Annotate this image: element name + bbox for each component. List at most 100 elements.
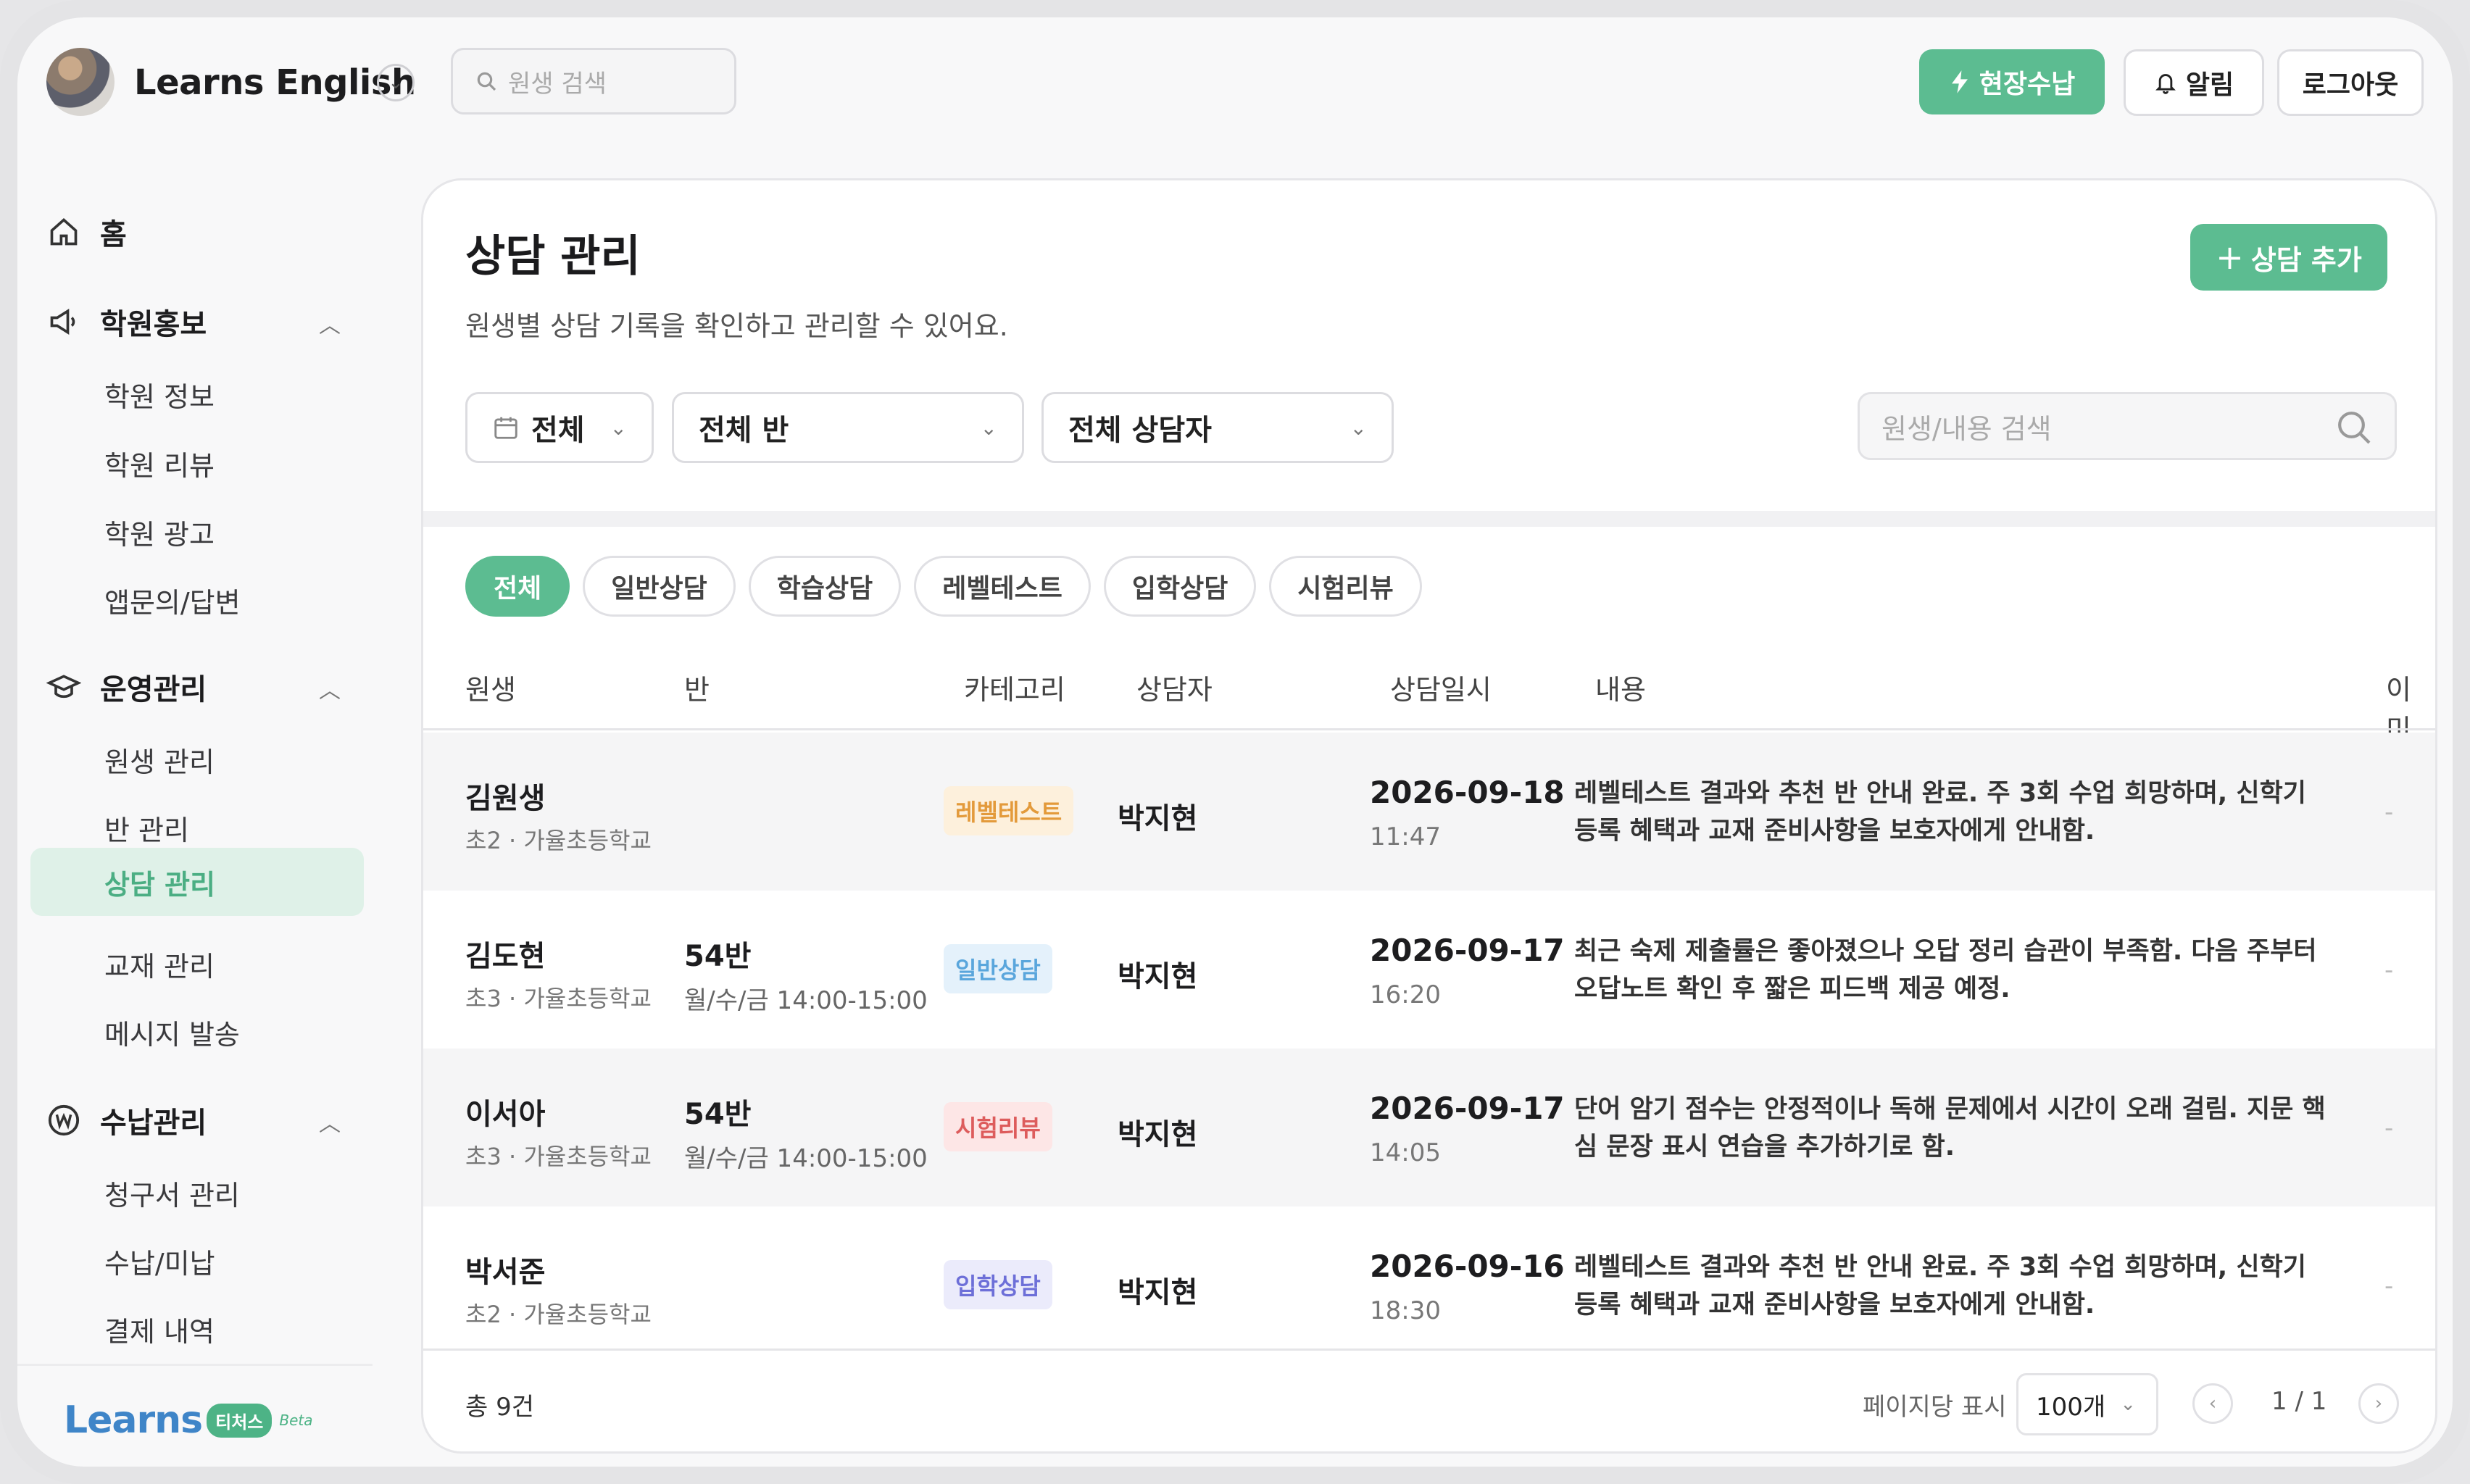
counsel-time: 11:47 bbox=[1370, 822, 1441, 851]
chevron-down-icon: ⌄ bbox=[610, 415, 627, 440]
sidebar-item-academy-review[interactable]: 학원 리뷰 bbox=[104, 441, 215, 485]
collapse-chevron-icon[interactable]: ︿ bbox=[319, 1106, 341, 1138]
period-filter[interactable]: 전체 ⌄ bbox=[465, 392, 654, 463]
collapse-chevron-icon[interactable]: ︿ bbox=[319, 672, 341, 704]
student-school: 초3 · 가율초등학교 bbox=[465, 985, 652, 1012]
sidebar-item-home[interactable]: 홈 bbox=[46, 210, 127, 254]
sidebar-group-operation[interactable]: 운영관리 bbox=[46, 665, 207, 709]
sidebar-item-app-inquiry[interactable]: 앱문의/답변 bbox=[104, 578, 241, 622]
chip-admission[interactable]: 입학상담 bbox=[1103, 556, 1257, 617]
per-page-value: 100개 bbox=[2036, 1392, 2106, 1422]
column-header-student[interactable]: 원생 bbox=[465, 667, 516, 707]
chevron-left-icon: ‹ bbox=[2208, 1393, 2217, 1414]
next-page-button[interactable]: › bbox=[2358, 1383, 2399, 1424]
prev-page-button[interactable]: ‹ bbox=[2192, 1383, 2233, 1424]
table-row[interactable]: 김도현 초3 · 가율초등학교 54반 월/수/금 14:00-15:00 일반… bbox=[423, 891, 2435, 1049]
bell-icon bbox=[2155, 74, 2176, 94]
sidebar-item-paid-unpaid[interactable]: 수납/미납 bbox=[104, 1239, 215, 1283]
category-chips: 전체 일반상담 학습상담 레벨테스트 입학상담 시험리뷰 bbox=[465, 556, 1422, 617]
sidebar-item-messages[interactable]: 메시지 발송 bbox=[104, 1010, 240, 1054]
counselor-name: 박지현 bbox=[1118, 802, 1198, 835]
student-school: 초2 · 가율초등학교 bbox=[465, 1301, 652, 1328]
class-filter-value: 전체 반 bbox=[699, 414, 789, 447]
home-icon bbox=[50, 218, 78, 246]
column-header-datetime[interactable]: 상담일시 bbox=[1390, 667, 1492, 707]
counsel-time: 18:30 bbox=[1370, 1296, 1441, 1325]
chevron-right-icon: › bbox=[2374, 1393, 2383, 1414]
student-school: 초3 · 가율초등학교 bbox=[465, 1143, 652, 1170]
academy-name[interactable]: Learns English bbox=[134, 62, 416, 103]
total-count: 총 9건 bbox=[465, 1393, 534, 1422]
category-tag: 입학상담 bbox=[944, 1260, 1052, 1309]
table-row[interactable]: 이서아 초3 · 가율초등학교 54반 월/수/금 14:00-15:00 시험… bbox=[423, 1049, 2435, 1206]
counsel-image: - bbox=[2384, 1272, 2394, 1301]
sidebar-item-students[interactable]: 원생 관리 bbox=[104, 738, 215, 781]
add-counseling-button[interactable]: + 상담 추가 bbox=[2190, 224, 2387, 291]
class-name: 54반 bbox=[684, 940, 752, 973]
class-schedule: 월/수/금 14:00-15:00 bbox=[684, 1144, 928, 1173]
sidebar-item-invoices[interactable]: 청구서 관리 bbox=[104, 1171, 240, 1214]
chip-exam-review[interactable]: 시험리뷰 bbox=[1269, 556, 1422, 617]
student-name: 박서준 bbox=[465, 1256, 546, 1289]
counsel-time: 14:05 bbox=[1370, 1138, 1441, 1167]
chip-all[interactable]: 전체 bbox=[465, 556, 570, 617]
search-icon[interactable] bbox=[2334, 407, 2374, 448]
alarm-button[interactable]: 알림 bbox=[2124, 49, 2264, 116]
counsel-content: 레벨테스트 결과와 추천 반 안내 완료. 주 3회 수업 희망하며, 신학기 … bbox=[1574, 1253, 2306, 1320]
sidebar-group-label: 수납관리 bbox=[100, 1106, 207, 1140]
counseling-card: 상담 관리 원생별 상담 기록을 확인하고 관리할 수 있어요. + 상담 추가… bbox=[421, 178, 2437, 1454]
counsel-date: 2026-09-17 bbox=[1370, 1091, 1565, 1126]
collapse-chevron-icon[interactable]: ︿ bbox=[319, 307, 341, 339]
chip-level-test[interactable]: 레벨테스트 bbox=[914, 556, 1091, 617]
sidebar-group-label: 운영관리 bbox=[100, 673, 207, 706]
table-footer-divider bbox=[423, 1348, 2435, 1351]
megaphone-icon bbox=[50, 309, 75, 335]
page-indicator: 1 / 1 bbox=[2271, 1387, 2327, 1416]
per-page-label: 페이지당 표시 bbox=[1863, 1393, 2007, 1422]
sidebar-item-academy-ads[interactable]: 학원 광고 bbox=[104, 510, 215, 554]
sidebar-item-payment-history[interactable]: 결제 내역 bbox=[104, 1307, 215, 1351]
class-filter[interactable]: 전체 반 ⌄ bbox=[672, 392, 1024, 463]
device-frame: Learns English ⌄ 원생 검색 현장수납 알림 로그아웃 홈 학원… bbox=[0, 0, 2470, 1484]
chevron-down-icon: ⌄ bbox=[1350, 415, 1367, 440]
counselor-filter-value: 전체 상담자 bbox=[1068, 414, 1212, 447]
app-screen: Learns English ⌄ 원생 검색 현장수납 알림 로그아웃 홈 학원… bbox=[17, 17, 2453, 1467]
page-title: 상담 관리 bbox=[465, 231, 641, 282]
chip-general[interactable]: 일반상담 bbox=[583, 556, 736, 617]
column-header-category[interactable]: 카테고리 bbox=[964, 667, 1065, 707]
page-subtitle: 원생별 상담 기록을 확인하고 관리할 수 있어요. bbox=[465, 310, 1008, 342]
table-row[interactable]: 박서준 초2 · 가율초등학교 입학상담 박지현 2026-09-16 18:3… bbox=[423, 1206, 2435, 1364]
column-header-class[interactable]: 반 bbox=[684, 667, 710, 707]
category-tag: 레벨테스트 bbox=[944, 786, 1074, 835]
counselor-name: 박지현 bbox=[1118, 1276, 1198, 1309]
per-page-select[interactable]: 100개 ⌄ bbox=[2016, 1373, 2158, 1435]
field-payment-button[interactable]: 현장수납 bbox=[1919, 49, 2105, 114]
sidebar-group-payment[interactable]: 수납관리 bbox=[46, 1099, 207, 1142]
counsel-date: 2026-09-18 bbox=[1370, 775, 1565, 810]
graduation-cap-icon bbox=[46, 675, 81, 699]
chip-study[interactable]: 학습상담 bbox=[748, 556, 902, 617]
category-tag: 시험리뷰 bbox=[944, 1102, 1052, 1151]
column-header-content[interactable]: 내용 bbox=[1595, 667, 1646, 707]
student-name: 이서아 bbox=[465, 1098, 546, 1131]
sidebar-item-academy-info[interactable]: 학원 정보 bbox=[104, 372, 215, 416]
add-counseling-label: 상담 추가 bbox=[2250, 243, 2362, 276]
content-search-input[interactable]: 원생/내용 검색 bbox=[1858, 392, 2397, 460]
student-search-input[interactable]: 원생 검색 bbox=[451, 48, 736, 114]
counselor-filter[interactable]: 전체 상담자 ⌄ bbox=[1041, 392, 1394, 463]
column-header-counselor[interactable]: 상담자 bbox=[1136, 667, 1213, 707]
chevron-down-icon: ⌄ bbox=[980, 415, 997, 440]
table-row[interactable]: 김원생 초2 · 가율초등학교 레벨테스트 박지현 2026-09-18 11:… bbox=[423, 733, 2435, 891]
logout-button[interactable]: 로그아웃 bbox=[2277, 49, 2424, 116]
sidebar-item-classes[interactable]: 반 관리 bbox=[104, 806, 189, 849]
search-icon bbox=[477, 72, 496, 91]
sidebar-item-counseling[interactable]: 상담 관리 bbox=[104, 860, 215, 904]
class-schedule: 월/수/금 14:00-15:00 bbox=[684, 986, 928, 1015]
alarm-label: 알림 bbox=[2185, 70, 2234, 100]
sidebar-item-textbooks[interactable]: 교재 관리 bbox=[104, 942, 215, 985]
sidebar-group-promotion[interactable]: 학원홍보 bbox=[46, 300, 207, 343]
academy-switch-chevron-icon[interactable]: ⌄ bbox=[377, 64, 415, 101]
plus-icon: + bbox=[2216, 238, 2244, 277]
academy-avatar[interactable] bbox=[46, 48, 115, 116]
student-name: 김원생 bbox=[465, 782, 546, 815]
